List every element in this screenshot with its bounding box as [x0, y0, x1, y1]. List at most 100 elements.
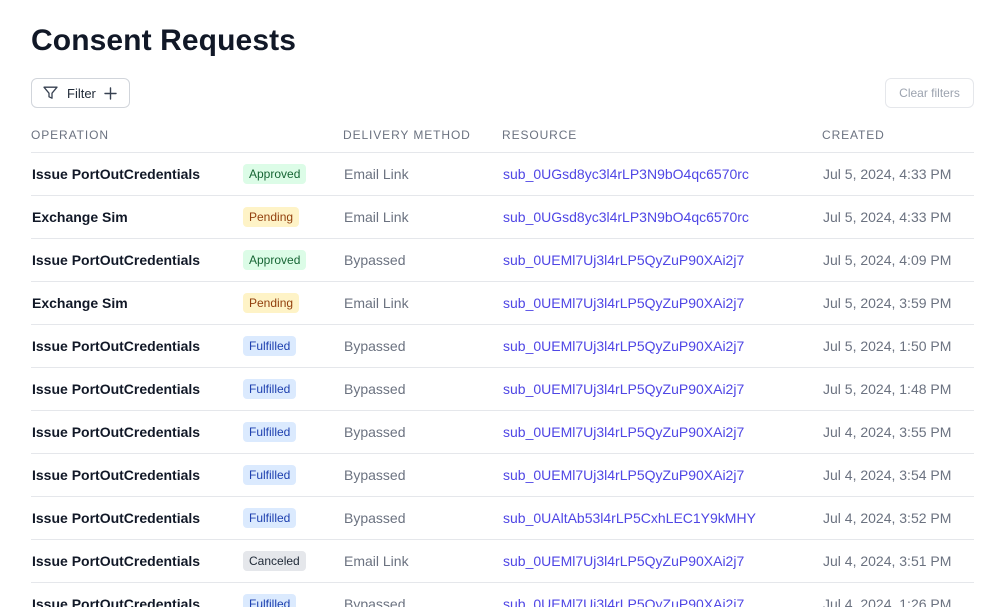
table-row[interactable]: Issue PortOutCredentials Fulfilled Bypasse…	[31, 496, 974, 540]
resource-cell: sub_0UEMl7Uj3l4rLP5QyZuP90XAi2j7	[502, 367, 822, 411]
resource-cell: sub_0UAltAb53l4rLP5CxhLEC1Y9kMHY	[502, 496, 822, 540]
delivery-method-cell: Bypassed	[343, 238, 502, 282]
status-badge: Fulfilled	[243, 594, 297, 607]
plus-icon	[104, 86, 117, 100]
status-badge: Approved	[243, 164, 307, 184]
delivery-method-cell: Bypassed	[343, 496, 502, 540]
page-title: Consent Requests	[31, 24, 296, 57]
created-cell: Jul 4, 2024, 3:51 PM	[822, 539, 974, 583]
created-cell: Jul 4, 2024, 3:54 PM	[822, 453, 974, 497]
created-cell: Jul 5, 2024, 1:50 PM	[822, 324, 974, 368]
created-cell: Jul 5, 2024, 4:33 PM	[822, 152, 974, 196]
column-header-resource: RESOURCE	[502, 118, 822, 153]
delivery-method-cell: Email Link	[343, 152, 502, 196]
resource-link[interactable]: sub_0UEMl7Uj3l4rLP5QyZuP90XAi2j7	[503, 553, 744, 569]
table-row[interactable]: Issue PortOutCredentials Canceled Email Li…	[31, 539, 974, 583]
status-badge: Fulfilled	[243, 422, 297, 442]
created-cell: Jul 5, 2024, 1:48 PM	[822, 367, 974, 411]
operation-cell: Issue PortOutCredentials	[31, 496, 241, 540]
delivery-method-cell: Bypassed	[343, 453, 502, 497]
created-cell: Jul 5, 2024, 3:59 PM	[822, 281, 974, 325]
table-row[interactable]: Exchange Sim Pending Email Link sub_0UGsd8y…	[31, 195, 974, 239]
column-header-delivery-method: DELIVERY METHOD	[343, 118, 502, 153]
status-badge: Pending	[243, 293, 300, 313]
resource-link[interactable]: sub_0UEMl7Uj3l4rLP5QyZuP90XAi2j7	[503, 596, 744, 607]
created-cell: Jul 4, 2024, 3:52 PM	[822, 496, 974, 540]
table-row[interactable]: Issue PortOutCredentials Approved Bypassed…	[31, 238, 974, 282]
resource-link[interactable]: sub_0UEMl7Uj3l4rLP5QyZuP90XAi2j7	[503, 381, 744, 397]
resource-link[interactable]: sub_0UEMl7Uj3l4rLP5QyZuP90XAi2j7	[503, 467, 744, 483]
resource-link[interactable]: sub_0UGsd8yc3l4rLP3N9bO4qc6570rc	[503, 166, 749, 182]
operation-cell: Issue PortOutCredentials	[31, 539, 241, 583]
table-row[interactable]: Issue PortOutCredentials Fulfilled Bypasse…	[31, 582, 974, 607]
status-cell: Canceled	[241, 539, 343, 583]
resource-cell: sub_0UGsd8yc3l4rLP3N9bO4qc6570rc	[502, 152, 822, 196]
table-row[interactable]: Issue PortOutCredentials Fulfilled Bypasse…	[31, 410, 974, 454]
delivery-method-cell: Bypassed	[343, 410, 502, 454]
status-cell: Fulfilled	[241, 324, 343, 368]
delivery-method-cell: Email Link	[343, 281, 502, 325]
delivery-method-cell: Bypassed	[343, 324, 502, 368]
status-cell: Fulfilled	[241, 582, 343, 607]
status-cell: Fulfilled	[241, 496, 343, 540]
status-cell: Pending	[241, 281, 343, 325]
resource-link[interactable]: sub_0UAltAb53l4rLP5CxhLEC1Y9kMHY	[503, 510, 756, 526]
operation-cell: Issue PortOutCredentials	[31, 453, 241, 497]
filter-button[interactable]: Filter	[31, 78, 130, 108]
status-cell: Approved	[241, 238, 343, 282]
status-badge: Approved	[243, 250, 307, 270]
status-badge: Fulfilled	[243, 508, 297, 528]
operation-cell: Exchange Sim	[31, 195, 241, 239]
created-cell: Jul 4, 2024, 3:55 PM	[822, 410, 974, 454]
status-badge: Fulfilled	[243, 465, 297, 485]
column-header-operation: OPERATION	[31, 118, 241, 153]
status-badge: Fulfilled	[243, 336, 297, 356]
operation-cell: Issue PortOutCredentials	[31, 152, 241, 196]
delivery-method-cell: Email Link	[343, 539, 502, 583]
created-cell: Jul 5, 2024, 4:33 PM	[822, 195, 974, 239]
operation-cell: Exchange Sim	[31, 281, 241, 325]
table-row[interactable]: Issue PortOutCredentials Fulfilled Bypasse…	[31, 367, 974, 411]
column-header-status	[241, 118, 343, 153]
status-cell: Fulfilled	[241, 367, 343, 411]
status-cell: Fulfilled	[241, 410, 343, 454]
resource-cell: sub_0UEMl7Uj3l4rLP5QyZuP90XAi2j7	[502, 582, 822, 607]
resource-link[interactable]: sub_0UEMl7Uj3l4rLP5QyZuP90XAi2j7	[503, 424, 744, 440]
status-badge: Canceled	[243, 551, 306, 571]
created-cell: Jul 5, 2024, 4:09 PM	[822, 238, 974, 282]
resource-cell: sub_0UEMl7Uj3l4rLP5QyZuP90XAi2j7	[502, 281, 822, 325]
operation-cell: Issue PortOutCredentials	[31, 582, 241, 607]
table-row[interactable]: Exchange Sim Pending Email Link sub_0UEMl7U…	[31, 281, 974, 325]
resource-cell: sub_0UEMl7Uj3l4rLP5QyZuP90XAi2j7	[502, 324, 822, 368]
operation-cell: Issue PortOutCredentials	[31, 324, 241, 368]
status-badge: Pending	[243, 207, 300, 227]
filter-button-label: Filter	[67, 85, 96, 101]
resource-link[interactable]: sub_0UEMl7Uj3l4rLP5QyZuP90XAi2j7	[503, 338, 744, 354]
operation-cell: Issue PortOutCredentials	[31, 238, 241, 282]
resource-cell: sub_0UEMl7Uj3l4rLP5QyZuP90XAi2j7	[502, 453, 822, 497]
clear-filters-button[interactable]: Clear filters	[885, 78, 974, 108]
resource-cell: sub_0UEMl7Uj3l4rLP5QyZuP90XAi2j7	[502, 238, 822, 282]
table-row[interactable]: Issue PortOutCredentials Fulfilled Bypasse…	[31, 453, 974, 497]
created-cell: Jul 4, 2024, 1:26 PM	[822, 582, 974, 607]
consent-requests-table: OPERATION DELIVERY METHOD RESOURCE CREAT…	[31, 118, 974, 607]
status-cell: Pending	[241, 195, 343, 239]
table-row[interactable]: Issue PortOutCredentials Fulfilled Bypasse…	[31, 324, 974, 368]
resource-cell: sub_0UGsd8yc3l4rLP3N9bO4qc6570rc	[502, 195, 822, 239]
delivery-method-cell: Email Link	[343, 195, 502, 239]
resource-cell: sub_0UEMl7Uj3l4rLP5QyZuP90XAi2j7	[502, 539, 822, 583]
resource-link[interactable]: sub_0UGsd8yc3l4rLP3N9bO4qc6570rc	[503, 209, 749, 225]
operation-cell: Issue PortOutCredentials	[31, 367, 241, 411]
column-header-created: CREATED	[822, 118, 974, 153]
table-row[interactable]: Issue PortOutCredentials Approved Email Li…	[31, 152, 974, 196]
resource-link[interactable]: sub_0UEMl7Uj3l4rLP5QyZuP90XAi2j7	[503, 252, 744, 268]
resource-link[interactable]: sub_0UEMl7Uj3l4rLP5QyZuP90XAi2j7	[503, 295, 744, 311]
status-badge: Fulfilled	[243, 379, 297, 399]
status-cell: Approved	[241, 152, 343, 196]
delivery-method-cell: Bypassed	[343, 367, 502, 411]
delivery-method-cell: Bypassed	[343, 582, 502, 607]
resource-cell: sub_0UEMl7Uj3l4rLP5QyZuP90XAi2j7	[502, 410, 822, 454]
table-header-row: OPERATION DELIVERY METHOD RESOURCE CREAT…	[31, 118, 974, 153]
status-cell: Fulfilled	[241, 453, 343, 497]
funnel-icon	[43, 86, 58, 100]
